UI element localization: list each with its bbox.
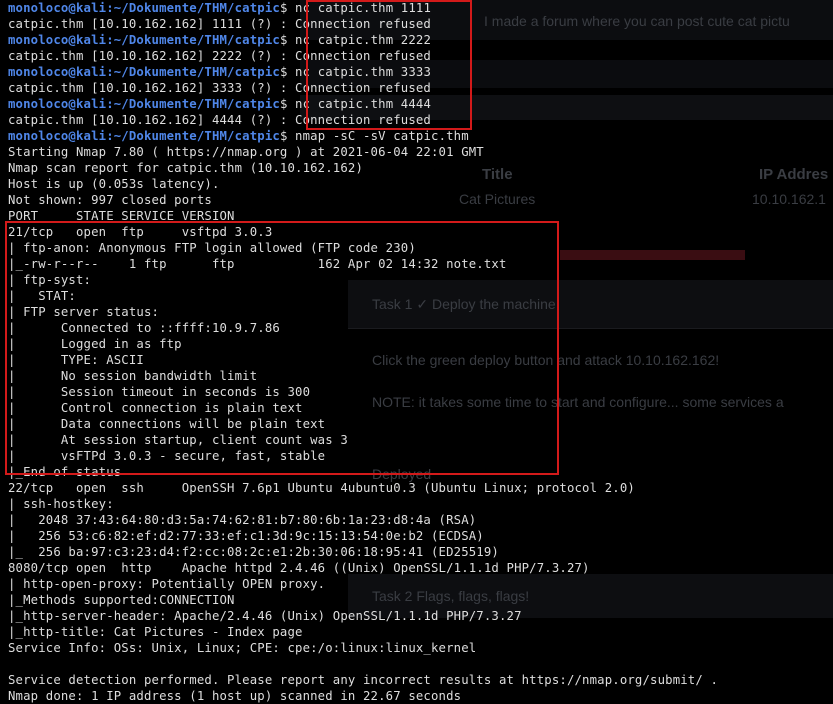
output-line: | FTP server status: <box>8 305 160 319</box>
prompt-line: monoloco@kali:~/Dokumente/THM/catpic$ nc… <box>8 32 431 48</box>
output-line: | Logged in as ftp <box>8 337 182 351</box>
output-line: | At session startup, client count was 3 <box>8 433 348 447</box>
output-line: | No session bandwidth limit <box>8 369 258 383</box>
prompt-symbol: $ <box>279 97 288 111</box>
output-line: | Session timeout in seconds is 300 <box>8 385 311 399</box>
output-line: | Data connections will be plain text <box>8 417 326 431</box>
output-line: 22/tcp open ssh OpenSSH 7.6p1 Ubuntu 4ub… <box>8 481 635 495</box>
output-line: Nmap done: 1 IP address (1 host up) scan… <box>8 689 462 703</box>
output-line: Starting Nmap 7.80 ( https://nmap.org ) … <box>8 145 484 159</box>
output-line: | TYPE: ASCII <box>8 353 144 367</box>
output-line: | vsFTPd 3.0.3 - secure, fast, stable <box>8 449 326 463</box>
output-line: Host is up (0.053s latency). <box>8 177 220 191</box>
output-line: catpic.thm [10.10.162.162] 4444 (?) : Co… <box>8 113 431 127</box>
output-line: | 2048 37:43:64:80:d3:5a:74:62:81:b7:80:… <box>8 513 477 527</box>
output-line: |_-rw-r--r-- 1 ftp ftp 162 Apr 02 14:32 … <box>8 257 507 271</box>
output-line: | ssh-hostkey: <box>8 497 114 511</box>
prompt-symbol: $ <box>279 1 288 15</box>
output-line: catpic.thm [10.10.162.162] 1111 (?) : Co… <box>8 17 431 31</box>
output-line: Service Info: OSs: Unix, Linux; CPE: cpe… <box>8 641 477 655</box>
output-line: | Connected to ::ffff:10.9.7.86 <box>8 321 280 335</box>
output-line: Nmap scan report for catpic.thm (10.10.1… <box>8 161 364 175</box>
prompt-path: :~/Dokumente/THM/catpic <box>106 129 280 143</box>
command-text: nc catpic.thm 1111 <box>287 1 432 15</box>
prompt-path: :~/Dokumente/THM/catpic <box>106 65 280 79</box>
output-line: |_http-title: Cat Pictures - Index page <box>8 625 303 639</box>
prompt-symbol: $ <box>279 65 288 79</box>
output-line: | ftp-anon: Anonymous FTP login allowed … <box>8 241 416 255</box>
command-text: nc catpic.thm 2222 <box>287 33 432 47</box>
output-line: |_ 256 ba:97:c3:23:d4:f2:cc:08:2c:e1:2b:… <box>8 545 499 559</box>
prompt-line: monoloco@kali:~/Dokumente/THM/catpic$ nc… <box>8 0 431 16</box>
output-line: | STAT: <box>8 289 76 303</box>
output-line: PORT STATE SERVICE VERSION <box>8 209 235 223</box>
command-text: nc catpic.thm 3333 <box>287 65 432 79</box>
prompt-symbol: $ <box>279 33 288 47</box>
output-line: | http-open-proxy: Potentially OPEN prox… <box>8 577 326 591</box>
prompt-symbol: $ <box>279 129 288 143</box>
prompt-path: :~/Dokumente/THM/catpic <box>106 1 280 15</box>
command-text: nc catpic.thm 4444 <box>287 97 432 111</box>
output-line: Service detection performed. Please repo… <box>8 673 719 687</box>
prompt-line: monoloco@kali:~/Dokumente/THM/catpic$ nc… <box>8 64 431 80</box>
output-line: 8080/tcp open http Apache httpd 2.4.46 (… <box>8 561 590 575</box>
output-line: Not shown: 997 closed ports <box>8 193 212 207</box>
prompt-user-host: monoloco@kali <box>8 129 107 143</box>
output-line: | ftp-syst: <box>8 273 92 287</box>
output-line: catpic.thm [10.10.162.162] 3333 (?) : Co… <box>8 81 431 95</box>
output-line: |_End of status <box>8 465 122 479</box>
prompt-path: :~/Dokumente/THM/catpic <box>106 33 280 47</box>
prompt-user-host: monoloco@kali <box>8 65 107 79</box>
prompt-user-host: monoloco@kali <box>8 97 107 111</box>
output-line: 21/tcp open ftp vsftpd 3.0.3 <box>8 225 273 239</box>
output-line: catpic.thm [10.10.162.162] 2222 (?) : Co… <box>8 49 431 63</box>
terminal-window[interactable]: monoloco@kali:~/Dokumente/THM/catpic$ nc… <box>0 0 833 704</box>
prompt-path: :~/Dokumente/THM/catpic <box>106 97 280 111</box>
output-line: | 256 53:c6:82:ef:d2:77:33:ef:c1:3d:9c:1… <box>8 529 484 543</box>
output-line: | Control connection is plain text <box>8 401 303 415</box>
prompt-user-host: monoloco@kali <box>8 1 107 15</box>
prompt-line: monoloco@kali:~/Dokumente/THM/catpic$ nc… <box>8 96 431 112</box>
command-text: nmap -sC -sV catpic.thm <box>287 129 469 143</box>
prompt-line: monoloco@kali:~/Dokumente/THM/catpic$ nm… <box>8 128 469 144</box>
output-line: |_http-server-header: Apache/2.4.46 (Uni… <box>8 609 522 623</box>
output-line: |_Methods supported:CONNECTION <box>8 593 235 607</box>
prompt-user-host: monoloco@kali <box>8 33 107 47</box>
